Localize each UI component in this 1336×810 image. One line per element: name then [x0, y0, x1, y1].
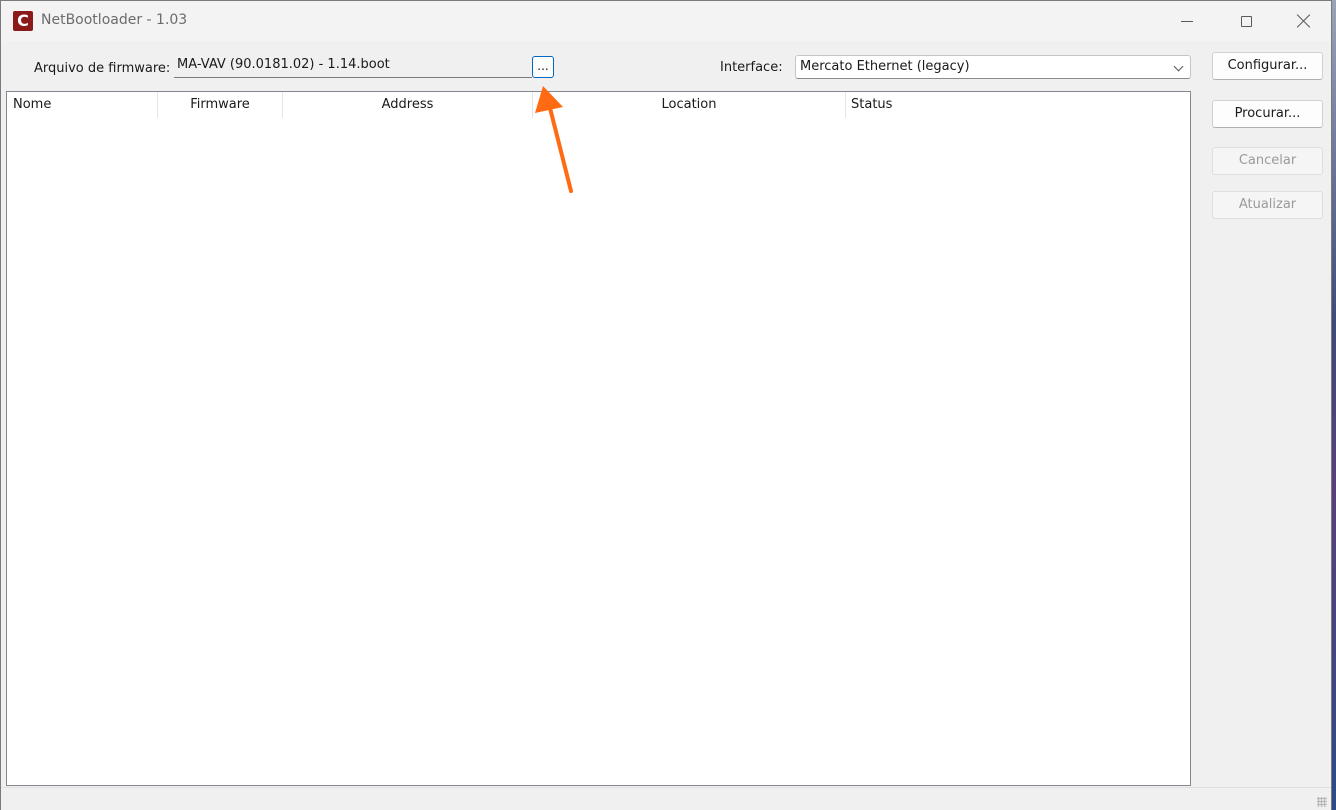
- browse-button[interactable]: ...: [532, 56, 554, 78]
- interface-label: Interface:: [720, 60, 783, 75]
- cancel-button[interactable]: Cancelar: [1212, 147, 1323, 175]
- configure-button[interactable]: Configurar...: [1212, 52, 1323, 80]
- list-header: Nome Firmware Address Location Status: [7, 92, 1190, 118]
- device-list[interactable]: Nome Firmware Address Location Status: [6, 91, 1191, 786]
- app-logo-icon: C: [13, 11, 33, 31]
- maximize-button[interactable]: [1217, 1, 1275, 41]
- interface-select-value: Mercato Ethernet (legacy): [800, 59, 970, 74]
- interface-select[interactable]: Mercato Ethernet (legacy): [795, 55, 1191, 79]
- minimize-button[interactable]: [1158, 1, 1216, 41]
- maximize-icon: [1240, 15, 1252, 27]
- minimize-icon: [1181, 20, 1193, 22]
- firmware-file-label: Arquivo de firmware:: [34, 61, 171, 76]
- close-icon: [1297, 14, 1311, 28]
- column-header-location[interactable]: Location: [533, 92, 846, 118]
- firmware-file-field[interactable]: MA-VAV (90.0181.02) - 1.14.boot: [174, 56, 532, 78]
- app-logo-letter: C: [17, 11, 29, 30]
- resize-grip-icon[interactable]: [1317, 797, 1327, 807]
- column-header-firmware[interactable]: Firmware: [158, 92, 283, 118]
- column-header-name[interactable]: Nome: [7, 92, 158, 118]
- window-title: NetBootloader - 1.03: [41, 12, 188, 28]
- search-button[interactable]: Procurar...: [1212, 100, 1323, 128]
- column-header-status[interactable]: Status: [846, 92, 1191, 118]
- app-window: C NetBootloader - 1.03 Arquivo de firmwa…: [0, 0, 1332, 810]
- chevron-down-icon: [1173, 61, 1184, 72]
- update-button[interactable]: Atualizar: [1212, 191, 1323, 219]
- column-header-address[interactable]: Address: [283, 92, 533, 118]
- status-bar: [1, 787, 1331, 810]
- close-button[interactable]: [1275, 1, 1333, 41]
- title-bar[interactable]: C NetBootloader - 1.03: [1, 1, 1331, 41]
